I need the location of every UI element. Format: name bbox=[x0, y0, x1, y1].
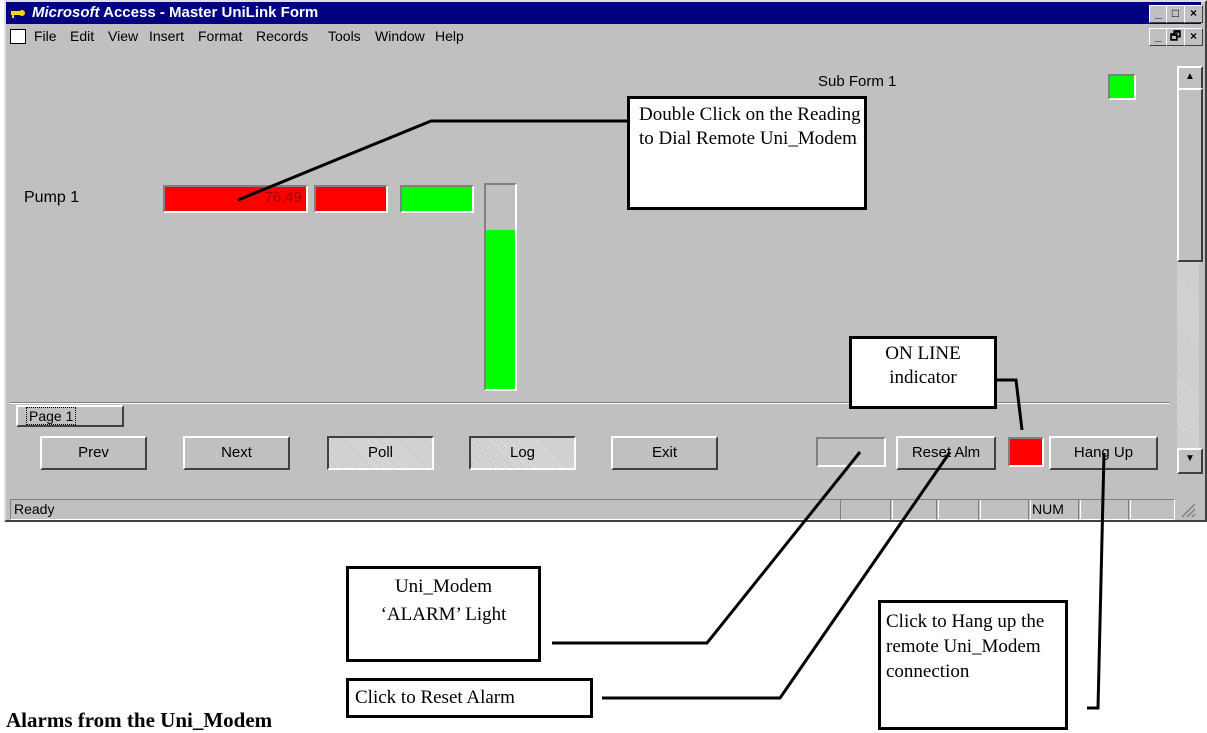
callout-hangup: Click to Hang up the remote Uni_Modem co… bbox=[878, 600, 1068, 730]
dial-leader-line bbox=[237, 119, 627, 202]
alarm-light-leader-line bbox=[552, 451, 862, 645]
callout-reset: Click to Reset Alarm bbox=[346, 678, 593, 718]
callout-online: ON LINE indicator bbox=[849, 336, 997, 409]
callout-alarm-light: Uni_Modem ‘ALARM’ Light bbox=[346, 566, 541, 662]
callout-dial: Double Click on the Reading to Dial Remo… bbox=[627, 96, 867, 210]
hangup-leader-line bbox=[1087, 452, 1106, 710]
section-heading: Alarms from the Uni_Modem bbox=[6, 708, 273, 732]
